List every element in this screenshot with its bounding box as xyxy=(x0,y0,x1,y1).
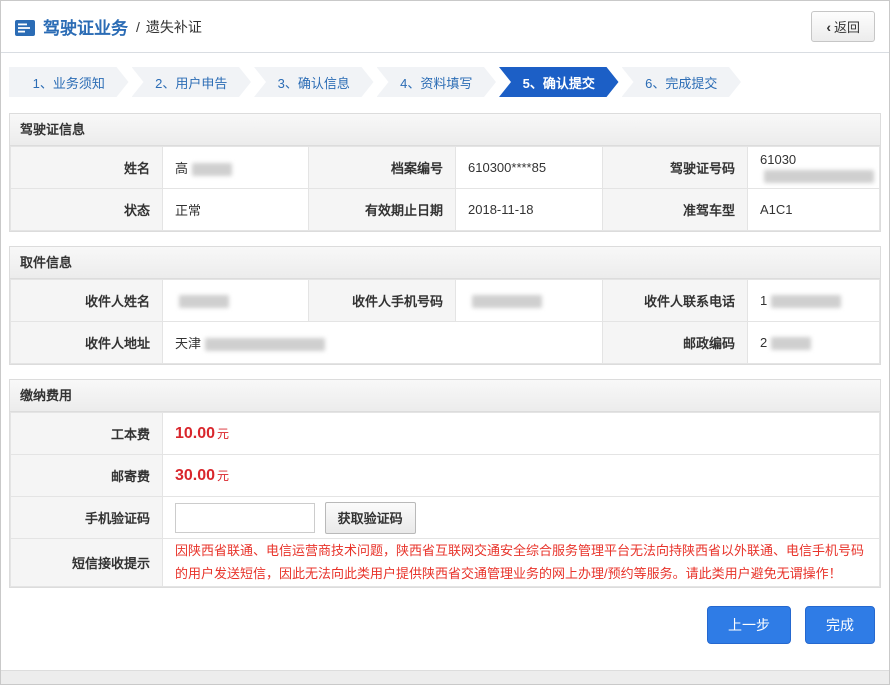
file-number-value: 610300****85 xyxy=(456,147,603,189)
bottom-actions: 上一步 完成 xyxy=(15,606,875,644)
name-value: 高 xyxy=(163,147,309,189)
table-row: 短信接收提示 因陕西省联通、电信运营商技术问题，陕西省互联网交通安全综合服务管理… xyxy=(11,539,880,587)
zip-code-value: 2 xyxy=(748,322,880,364)
work-fee-amount: 10.00 xyxy=(175,425,215,442)
recipient-name-value xyxy=(163,280,309,322)
fees-section-title: 缴纳费用 xyxy=(10,380,880,412)
redacted-text xyxy=(472,295,542,308)
vehicle-class-value: A1C1 xyxy=(748,189,880,231)
table-row: 收件人地址 天津 邮政编码 2 xyxy=(11,322,880,364)
expiry-label: 有效期止日期 xyxy=(309,189,456,231)
previous-step-button[interactable]: 上一步 xyxy=(707,606,791,644)
back-button-label: 返回 xyxy=(834,17,860,36)
expiry-value: 2018-11-18 xyxy=(456,189,603,231)
sms-notice-text: 因陕西省联通、电信运营商技术问题，陕西省互联网交通安全综合服务管理平台无法向持陕… xyxy=(175,539,867,586)
license-number-label: 驾驶证号码 xyxy=(603,147,748,189)
license-number-value: 61030 xyxy=(748,147,880,189)
step-4-fill-data[interactable]: 4、资料填写 xyxy=(377,67,497,97)
page-subtitle: 遗失补证 xyxy=(146,17,202,37)
vehicle-class-label: 准驾车型 xyxy=(603,189,748,231)
zip-code-label: 邮政编码 xyxy=(603,322,748,364)
captcha-input[interactable] xyxy=(175,503,315,533)
pickup-section-title: 取件信息 xyxy=(10,247,880,279)
redacted-text xyxy=(179,295,229,308)
captcha-cell: 获取验证码 xyxy=(163,497,880,539)
fees-section: 缴纳费用 工本费 10.00元 邮寄费 30.00元 手机验证码 获取验证码 xyxy=(9,379,881,588)
fees-table: 工本费 10.00元 邮寄费 30.00元 手机验证码 获取验证码 短信接收提 xyxy=(10,412,880,587)
mail-fee-value: 30.00元 xyxy=(163,455,880,497)
title-separator: / xyxy=(136,19,140,35)
step-6-finish-submit[interactable]: 6、完成提交 xyxy=(622,67,742,97)
sms-notice-label: 短信接收提示 xyxy=(11,539,163,587)
step-breadcrumb: 1、业务须知 2、用户申告 3、确认信息 4、资料填写 5、确认提交 6、完成提… xyxy=(9,67,741,97)
page-title: 驾驶证业务 xyxy=(43,14,128,39)
work-fee-value: 10.00元 xyxy=(163,413,880,455)
page-header: 驾驶证业务 / 遗失补证 ‹ 返回 xyxy=(1,1,889,53)
step-1-notice[interactable]: 1、业务须知 xyxy=(9,67,129,97)
table-row: 邮寄费 30.00元 xyxy=(11,455,880,497)
mail-fee-amount: 30.00 xyxy=(175,467,215,484)
work-fee-label: 工本费 xyxy=(11,413,163,455)
table-row: 工本费 10.00元 xyxy=(11,413,880,455)
page: 驾驶证业务 / 遗失补证 ‹ 返回 1、业务须知 2、用户申告 3、确认信息 4… xyxy=(0,0,890,685)
pickup-info-table: 收件人姓名 收件人手机号码 收件人联系电话 1 收件人地址 天津 邮政编码 2 xyxy=(10,279,880,364)
license-section-title: 驾驶证信息 xyxy=(10,114,880,146)
back-chevron-icon: ‹ xyxy=(826,19,831,35)
redacted-text xyxy=(205,338,325,351)
recipient-mobile-label: 收件人手机号码 xyxy=(309,280,456,322)
redacted-text xyxy=(771,337,811,350)
pickup-info-section: 取件信息 收件人姓名 收件人手机号码 收件人联系电话 1 收件人地址 天津 邮政… xyxy=(9,246,881,365)
footer-strip xyxy=(1,670,889,684)
name-label: 姓名 xyxy=(11,147,163,189)
recipient-tel-value: 1 xyxy=(748,280,880,322)
step-3-confirm-info[interactable]: 3、确认信息 xyxy=(254,67,374,97)
recipient-address-value: 天津 xyxy=(163,322,603,364)
table-row: 手机验证码 获取验证码 xyxy=(11,497,880,539)
file-number-label: 档案编号 xyxy=(309,147,456,189)
recipient-tel-label: 收件人联系电话 xyxy=(603,280,748,322)
finish-button[interactable]: 完成 xyxy=(805,606,875,644)
step-2-declare[interactable]: 2、用户申告 xyxy=(132,67,252,97)
recipient-mobile-value xyxy=(456,280,603,322)
status-label: 状态 xyxy=(11,189,163,231)
work-fee-unit: 元 xyxy=(217,427,229,441)
license-info-table: 姓名 高 档案编号 610300****85 驾驶证号码 61030 状态 正常… xyxy=(10,146,880,231)
mail-fee-label: 邮寄费 xyxy=(11,455,163,497)
table-row: 收件人姓名 收件人手机号码 收件人联系电话 1 xyxy=(11,280,880,322)
back-button[interactable]: ‹ 返回 xyxy=(811,11,875,42)
table-row: 状态 正常 有效期止日期 2018-11-18 准驾车型 A1C1 xyxy=(11,189,880,231)
sms-notice-cell: 因陕西省联通、电信运营商技术问题，陕西省互联网交通安全综合服务管理平台无法向持陕… xyxy=(163,539,880,587)
redacted-text xyxy=(192,163,232,176)
step-5-confirm-submit[interactable]: 5、确认提交 xyxy=(499,67,619,97)
table-row: 姓名 高 档案编号 610300****85 驾驶证号码 61030 xyxy=(11,147,880,189)
recipient-address-label: 收件人地址 xyxy=(11,322,163,364)
captcha-label: 手机验证码 xyxy=(11,497,163,539)
redacted-text xyxy=(764,170,874,183)
license-info-section: 驾驶证信息 姓名 高 档案编号 610300****85 驾驶证号码 61030… xyxy=(9,113,881,232)
recipient-name-label: 收件人姓名 xyxy=(11,280,163,322)
get-captcha-button[interactable]: 获取验证码 xyxy=(325,502,416,534)
status-value: 正常 xyxy=(163,189,309,231)
id-card-icon xyxy=(15,20,35,36)
mail-fee-unit: 元 xyxy=(217,469,229,483)
redacted-text xyxy=(771,295,841,308)
